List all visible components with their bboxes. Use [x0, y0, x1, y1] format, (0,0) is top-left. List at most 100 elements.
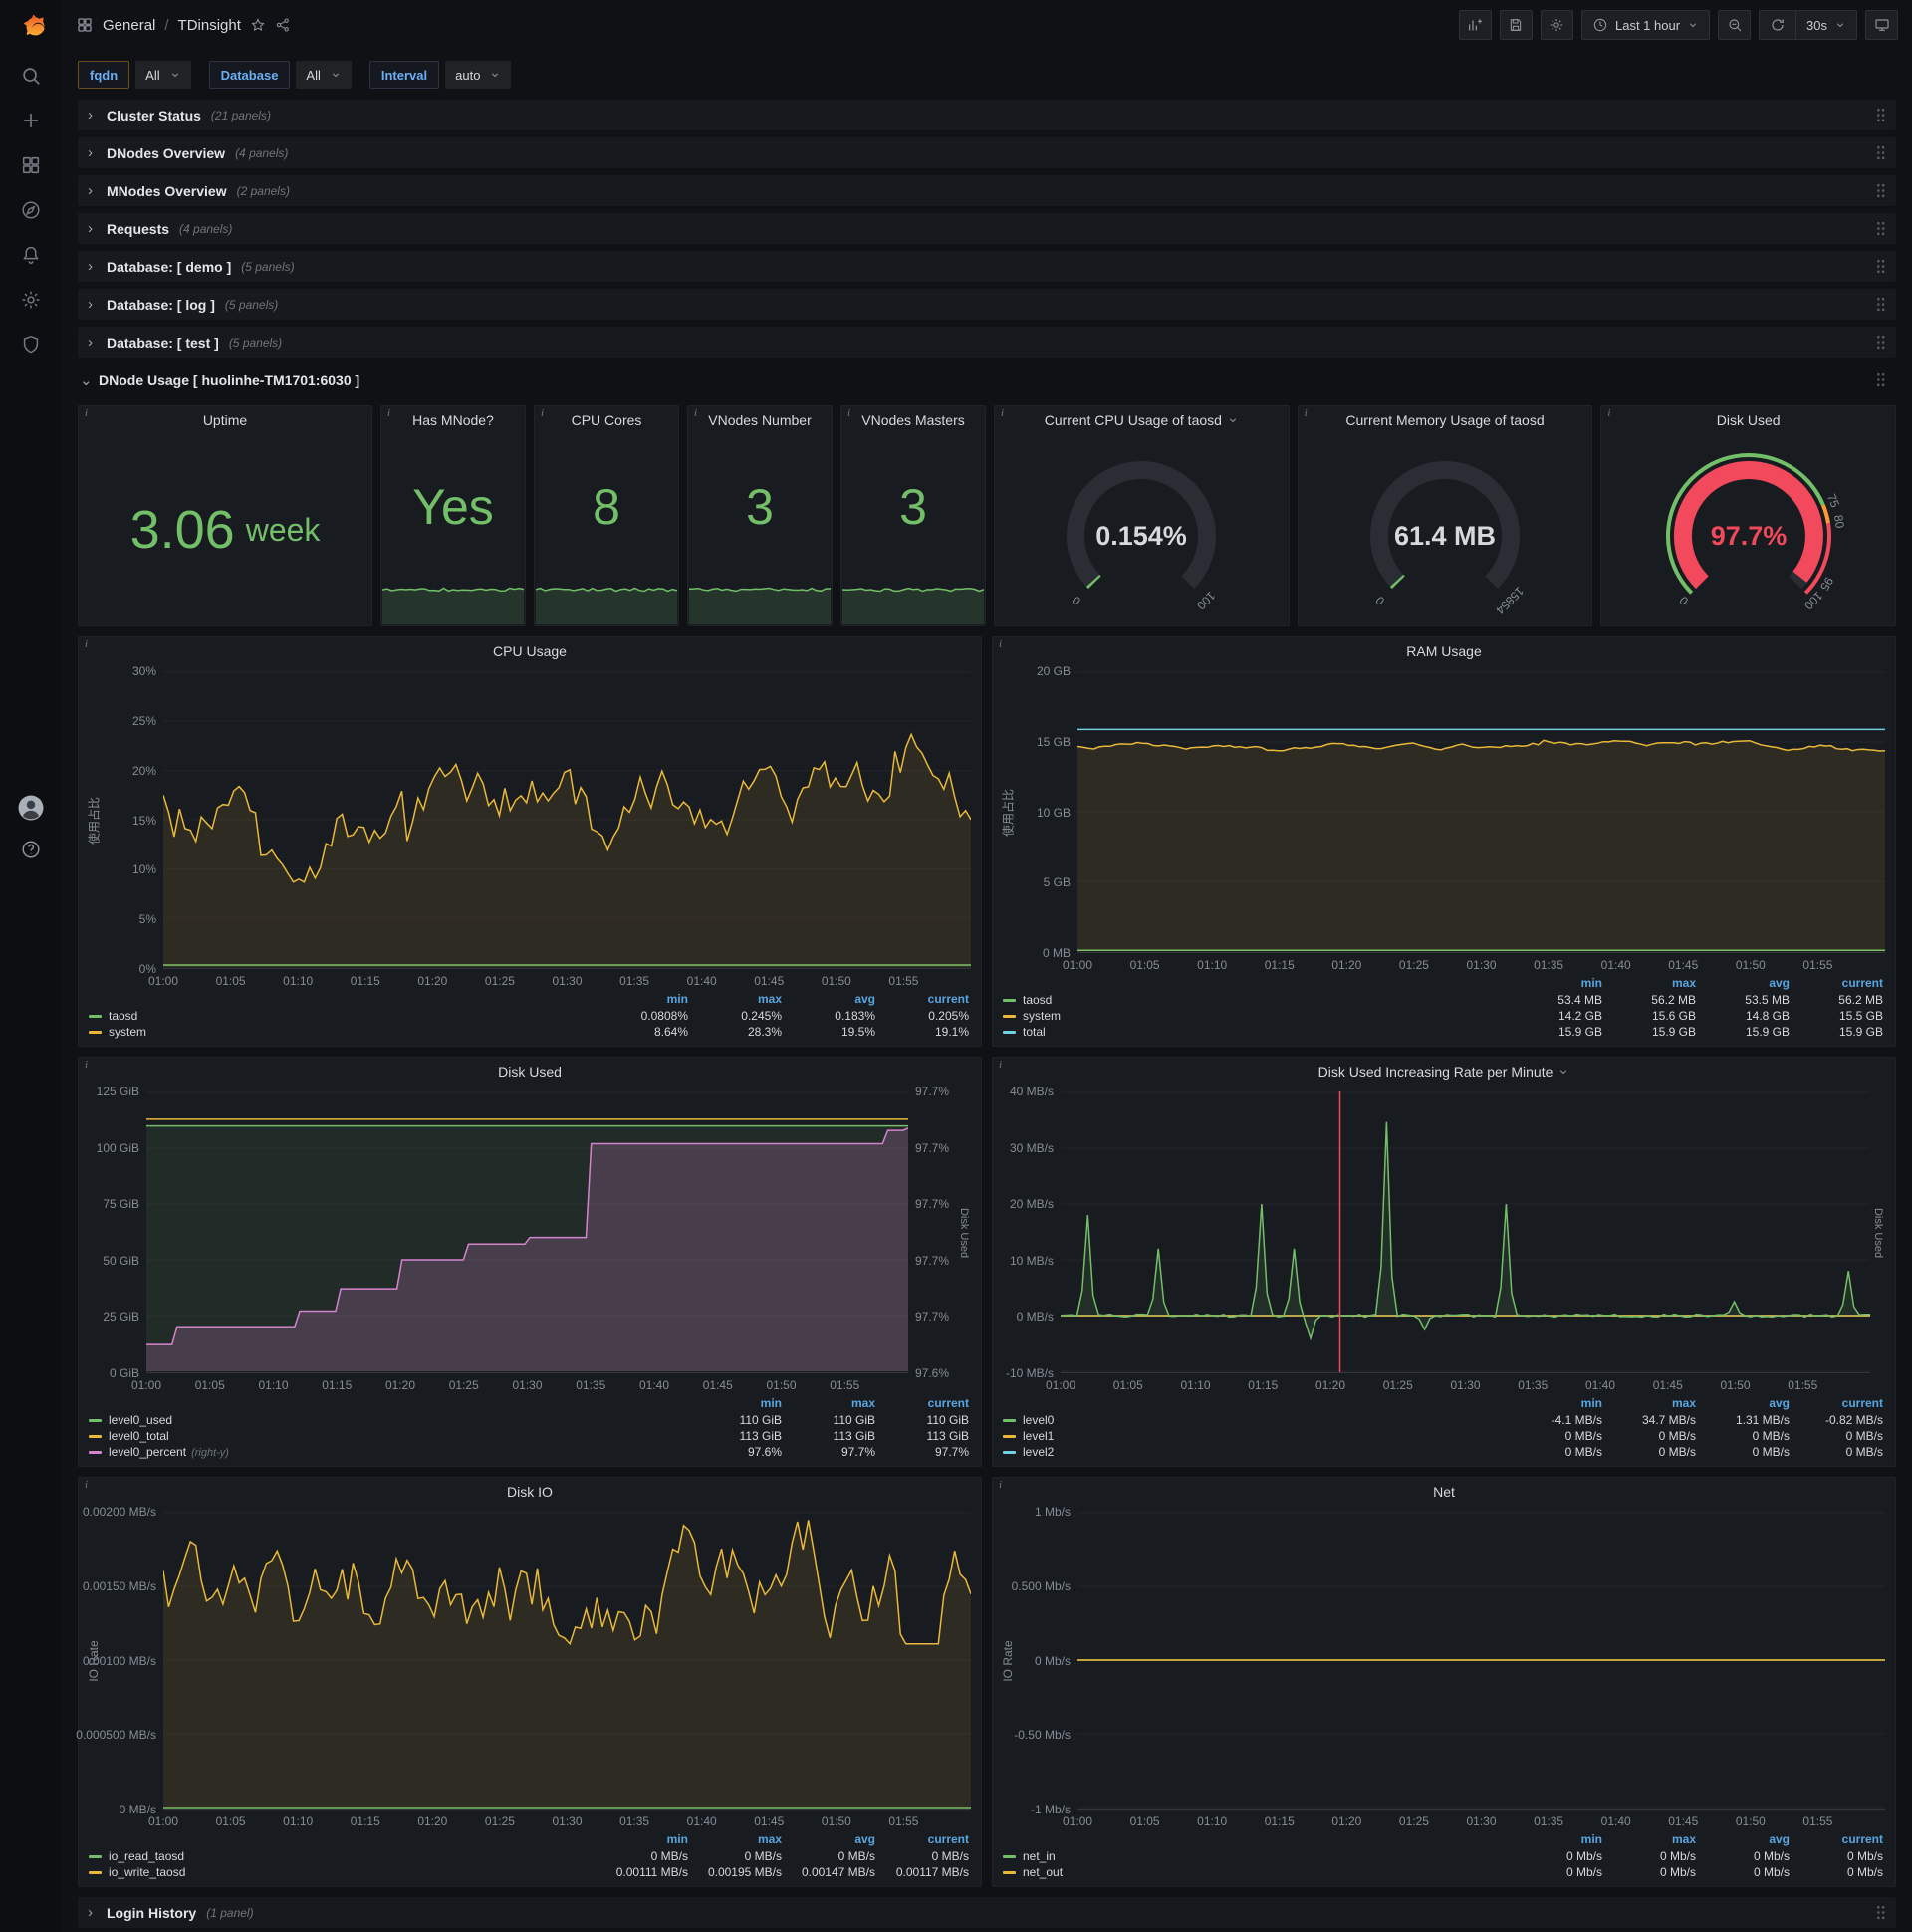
legend-column-header: min: [1580, 1396, 1602, 1410]
dashboard-row[interactable]: › Requests (4 panels): [78, 213, 1896, 244]
chevron-down-icon: [1557, 1066, 1569, 1078]
panel-header[interactable]: Disk Used: [1601, 406, 1895, 434]
create-icon[interactable]: [20, 110, 42, 131]
panel-info-icon[interactable]: i: [993, 637, 1011, 653]
refresh-picker[interactable]: 30s: [1759, 10, 1857, 40]
share-icon[interactable]: [275, 17, 291, 33]
x-axis-tick: 01:15: [1248, 1378, 1279, 1392]
grafana-logo[interactable]: [14, 8, 48, 42]
dashboard-row[interactable]: › Database: [ test ] (5 panels): [78, 327, 1896, 358]
legend-series-name[interactable]: level0_percent: [109, 1445, 186, 1459]
legend-series-name[interactable]: taosd: [109, 1009, 137, 1023]
breadcrumb-page[interactable]: TDinsight: [178, 17, 241, 34]
panel-header[interactable]: Current CPU Usage of taosd: [995, 406, 1289, 434]
legend-column-header: avg: [1769, 1832, 1790, 1846]
dashboard-row[interactable]: ⌄ DNode Usage [ huolinhe-TM1701:6030 ]: [78, 364, 1896, 395]
legend-series-name[interactable]: level0: [1023, 1413, 1054, 1427]
panel-info-icon[interactable]: i: [993, 1058, 1011, 1074]
dashboards-icon[interactable]: [20, 154, 42, 176]
legend-series-name[interactable]: system: [109, 1025, 146, 1039]
legend-series-name[interactable]: level0_total: [109, 1429, 169, 1443]
panel-header[interactable]: Disk Used Increasing Rate per Minute: [993, 1058, 1895, 1086]
legend-series-name[interactable]: system: [1023, 1009, 1061, 1023]
panel-info-icon[interactable]: i: [993, 1478, 1011, 1494]
drag-handle-icon[interactable]: [1875, 334, 1886, 351]
panel-header[interactable]: Net: [993, 1478, 1895, 1506]
panel-info-icon[interactable]: i: [79, 406, 97, 422]
panel-info-icon[interactable]: i: [1601, 406, 1619, 422]
legend-series-name[interactable]: level1: [1023, 1429, 1054, 1443]
drag-handle-icon[interactable]: [1875, 258, 1886, 275]
drag-handle-icon[interactable]: [1875, 1904, 1886, 1921]
panel-header[interactable]: Uptime: [79, 406, 371, 434]
variable-value-fqdn[interactable]: All: [135, 61, 191, 89]
help-icon[interactable]: [20, 839, 42, 860]
dashboard-row[interactable]: › MNodes Overview (2 panels): [78, 175, 1896, 206]
dashboard-row[interactable]: › Login History (1 panel): [78, 1897, 1896, 1928]
panel-info-icon[interactable]: i: [841, 406, 859, 422]
search-icon[interactable]: [20, 65, 42, 87]
legend-series-name[interactable]: io_read_taosd: [109, 1849, 184, 1863]
time-range-picker[interactable]: Last 1 hour: [1580, 10, 1711, 40]
panel-header[interactable]: Disk IO: [79, 1478, 981, 1506]
legend-series-name[interactable]: level0_used: [109, 1413, 172, 1427]
panel-info-icon[interactable]: i: [79, 1478, 97, 1494]
save-dashboard-button[interactable]: [1499, 10, 1533, 40]
panel-header[interactable]: Has MNode?: [381, 406, 525, 434]
chart-plot-area[interactable]: [163, 1512, 971, 1810]
drag-handle-icon[interactable]: [1875, 182, 1886, 199]
variable-value-database[interactable]: All: [296, 61, 352, 89]
panel-header[interactable]: Current Memory Usage of taosd: [1299, 406, 1592, 434]
panel-info-icon[interactable]: i: [995, 406, 1013, 422]
y-axis-tick: 0 Mb/s: [1034, 1653, 1071, 1668]
panel-header[interactable]: Disk Used: [79, 1058, 981, 1086]
legend-series-name[interactable]: level2: [1023, 1445, 1054, 1459]
drag-handle-icon[interactable]: [1875, 107, 1886, 123]
legend-series-name[interactable]: net_in: [1023, 1849, 1056, 1863]
user-avatar[interactable]: [16, 793, 46, 823]
panel-header[interactable]: VNodes Number: [688, 406, 832, 434]
configuration-icon[interactable]: [20, 289, 42, 311]
cycle-view-button[interactable]: [1865, 10, 1898, 40]
panel-info-icon[interactable]: i: [381, 406, 399, 422]
panel-info-icon[interactable]: i: [535, 406, 553, 422]
chart-plot-area[interactable]: [1077, 671, 1885, 953]
legend-value: 0 MB/s: [1845, 1445, 1883, 1459]
legend-series-name[interactable]: taosd: [1023, 993, 1052, 1007]
chart-plot-area[interactable]: [146, 1091, 908, 1373]
legend-series-name[interactable]: total: [1023, 1025, 1046, 1039]
drag-handle-icon[interactable]: [1875, 296, 1886, 313]
drag-handle-icon[interactable]: [1875, 220, 1886, 237]
add-panel-button[interactable]: [1458, 10, 1492, 40]
drag-handle-icon[interactable]: [1875, 371, 1886, 388]
panel-header[interactable]: VNodes Masters: [841, 406, 985, 434]
panel-header[interactable]: RAM Usage: [993, 637, 1895, 665]
dashboard-row[interactable]: › Database: [ log ] (5 panels): [78, 289, 1896, 320]
variable-value-interval[interactable]: auto: [445, 61, 512, 89]
panel-header[interactable]: CPU Cores: [535, 406, 678, 434]
x-axis-tick: 01:35: [1534, 958, 1564, 972]
legend-series-name[interactable]: io_write_taosd: [109, 1865, 185, 1879]
drag-handle-icon[interactable]: [1875, 144, 1886, 161]
alerting-icon[interactable]: [20, 244, 42, 266]
panel-info-icon[interactable]: i: [688, 406, 706, 422]
y-axis-tick: 30 MB/s: [1009, 1140, 1054, 1155]
dashboard-row[interactable]: › Cluster Status (21 panels): [78, 100, 1896, 130]
chart-plot-area[interactable]: [1061, 1091, 1870, 1373]
row-panel-count: (2 panels): [236, 183, 290, 198]
star-icon[interactable]: [250, 17, 266, 33]
chart-plot-area[interactable]: [163, 671, 971, 969]
panel-info-icon[interactable]: i: [79, 637, 97, 653]
chart-plot-area[interactable]: [1077, 1512, 1885, 1810]
panel-info-icon[interactable]: i: [1299, 406, 1316, 422]
legend-series-name[interactable]: net_out: [1023, 1865, 1063, 1879]
dashboard-row[interactable]: › Database: [ demo ] (5 panels): [78, 251, 1896, 282]
server-admin-icon[interactable]: [20, 334, 42, 356]
panel-header[interactable]: CPU Usage: [79, 637, 981, 665]
breadcrumb-section[interactable]: General: [103, 17, 155, 34]
zoom-out-time-button[interactable]: [1718, 10, 1752, 40]
panel-info-icon[interactable]: i: [79, 1058, 97, 1074]
dashboard-row[interactable]: › DNodes Overview (4 panels): [78, 137, 1896, 168]
explore-icon[interactable]: [20, 199, 42, 221]
dashboard-settings-button[interactable]: [1540, 10, 1573, 40]
